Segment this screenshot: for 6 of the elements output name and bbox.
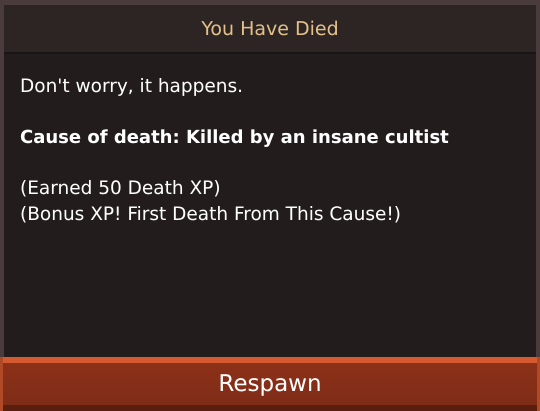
reward-text: (Earned 50 Death XP) (20, 177, 222, 201)
cause-text: Cause of death: Killed by an insane cultist (20, 127, 450, 148)
respawn-button[interactable]: Respawn (0, 357, 540, 411)
reward-text: (Bonus XP! First Death From This Cause!) (20, 203, 402, 227)
dialog-title: You Have Died (4, 5, 536, 54)
message-text: Don't worry, it happens. (20, 76, 244, 97)
